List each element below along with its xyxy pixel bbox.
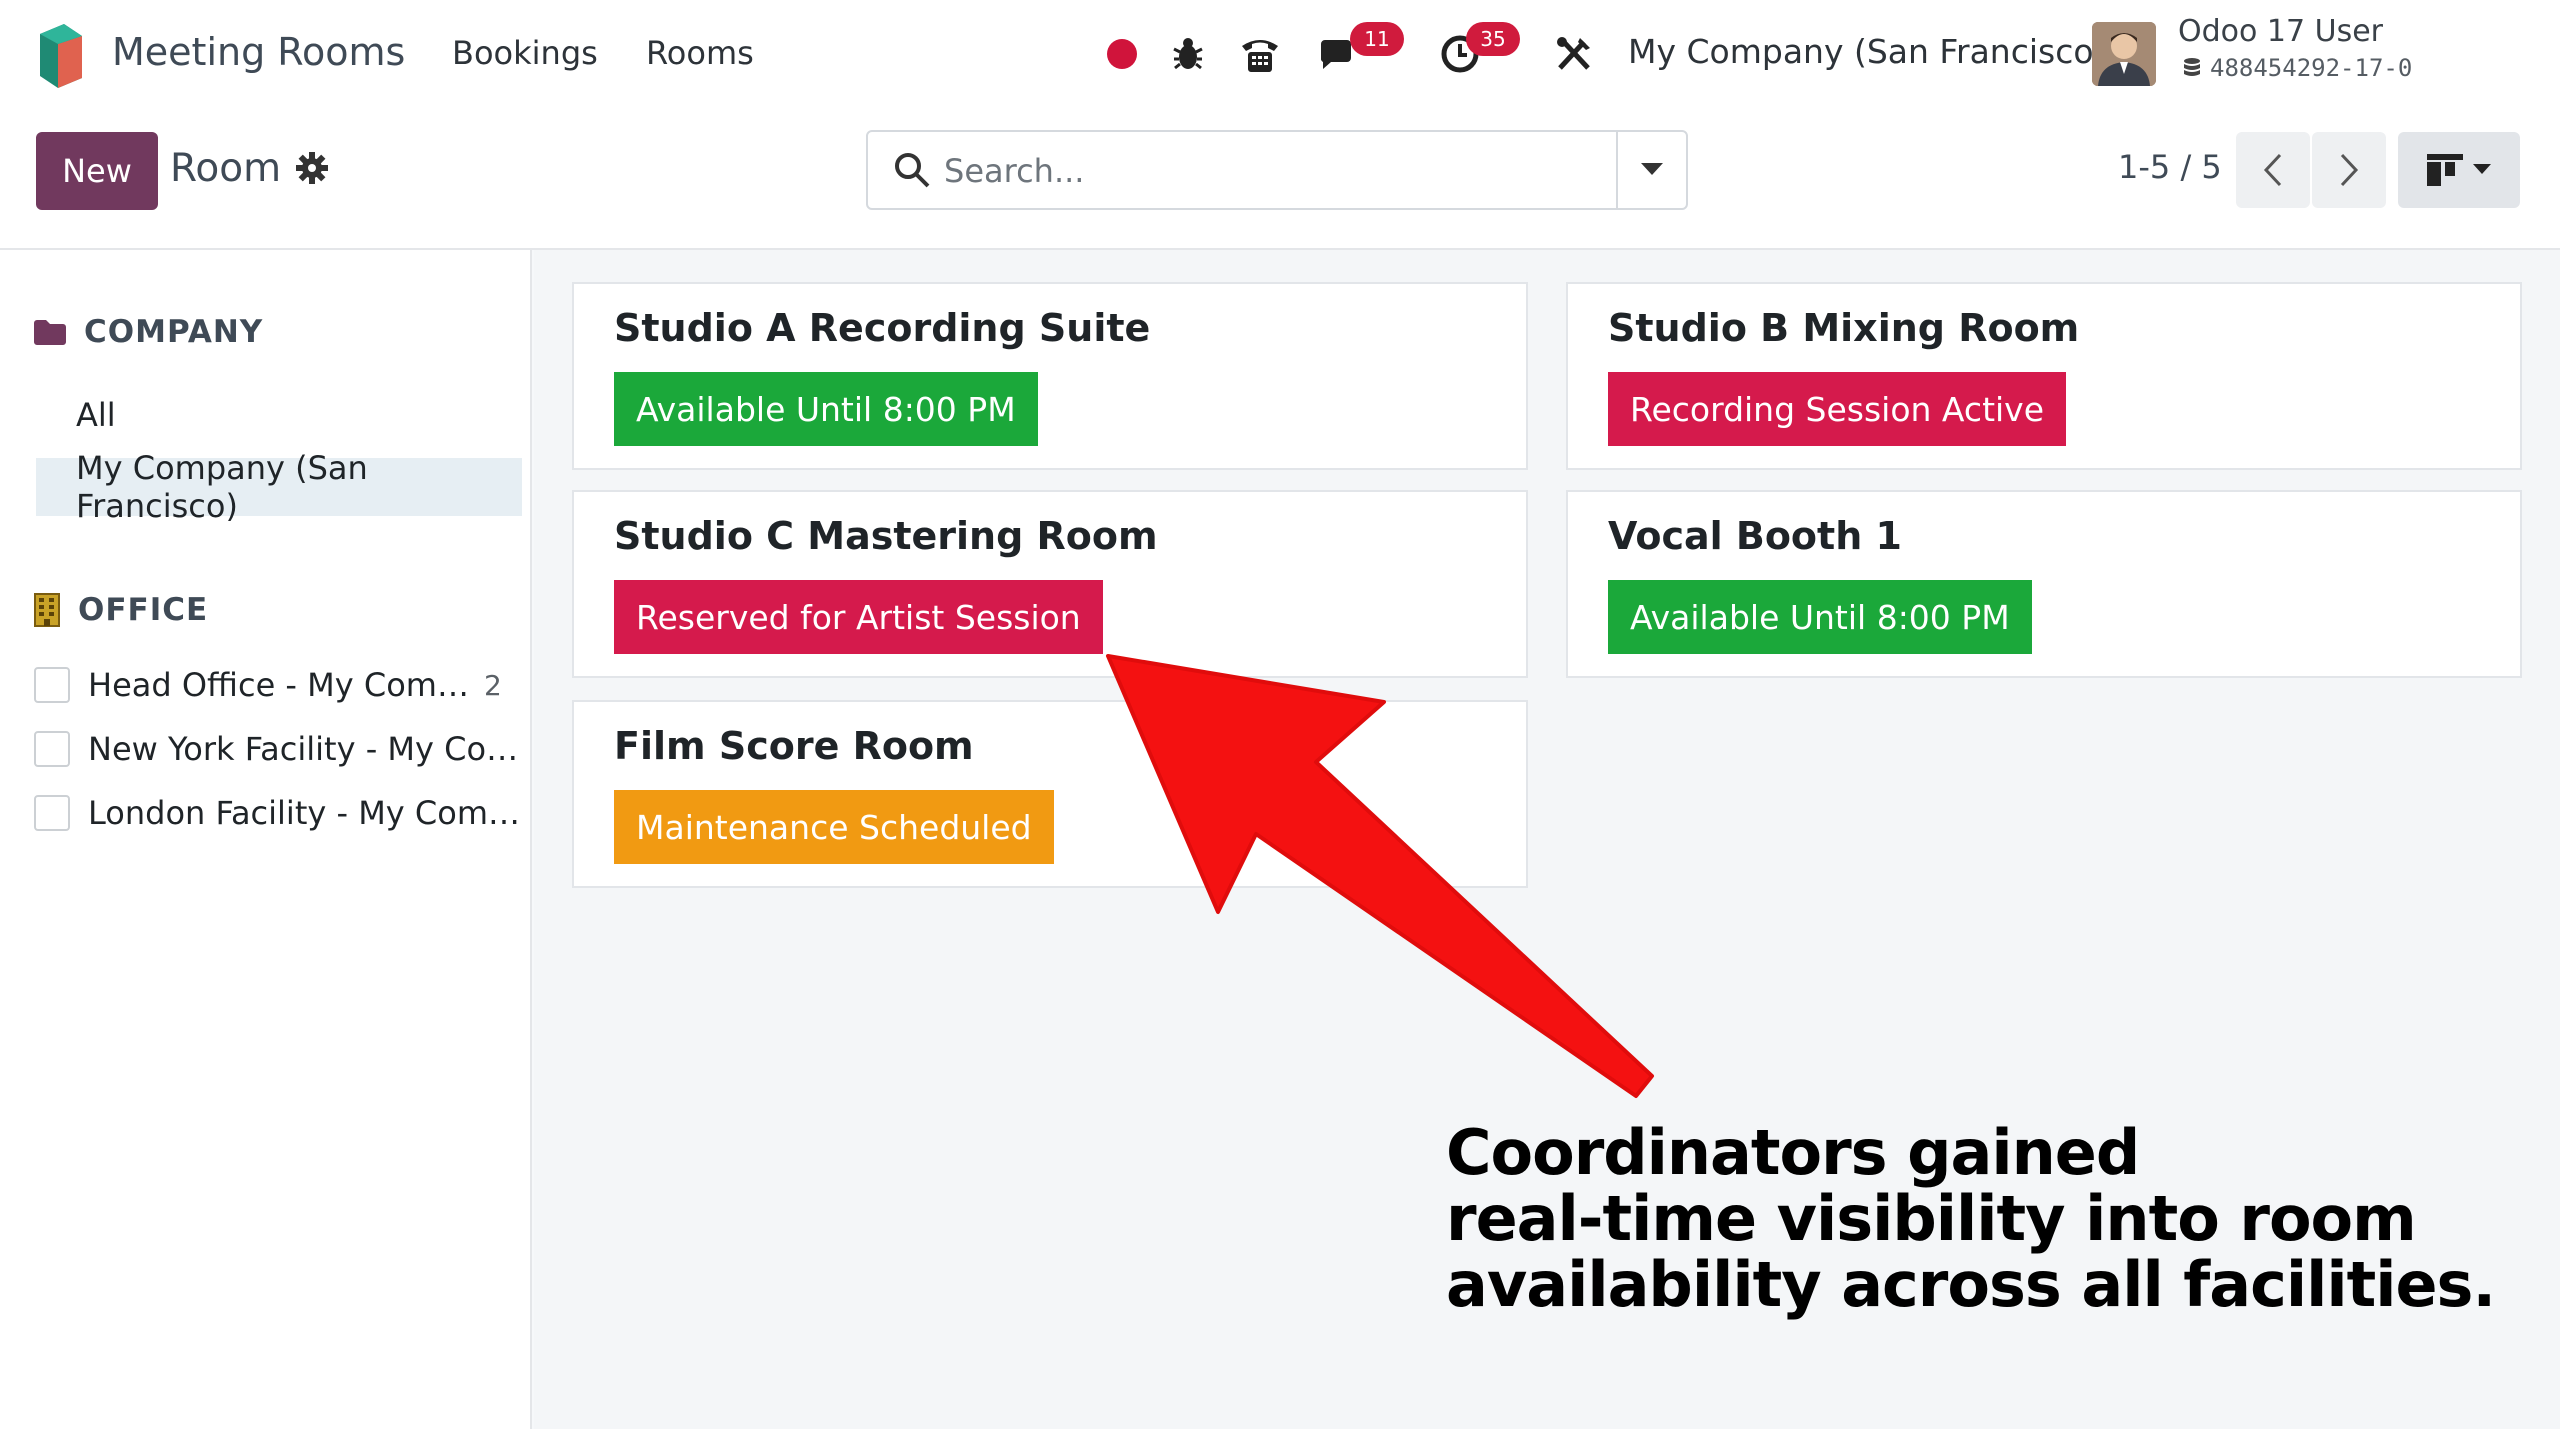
room-card[interactable]: Studio C Mastering Room Reserved for Art… [572, 490, 1528, 678]
record-icon[interactable] [1094, 26, 1150, 82]
chevron-right-icon [2340, 153, 2359, 187]
new-button[interactable]: New [36, 132, 158, 210]
folder-icon [34, 320, 66, 345]
office-section-header: OFFICE [34, 592, 208, 628]
database-icon [2184, 58, 2200, 76]
kanban-view-icon [2427, 154, 2463, 186]
room-status-tag: Available Until 8:00 PM [614, 372, 1038, 446]
office-checkbox[interactable] [34, 667, 70, 703]
caption-line: real-time visibility into room [1446, 1182, 2417, 1255]
user-avatar[interactable] [2092, 22, 2156, 86]
room-name: Film Score Room [614, 724, 974, 768]
meeting-rooms-logo-icon[interactable] [34, 20, 88, 90]
tools-icon[interactable] [1546, 26, 1602, 82]
annotation-caption: Coordinators gained real-time visibility… [1446, 1116, 2496, 1321]
chevron-left-icon [2263, 153, 2282, 187]
company-switcher[interactable]: My Company (San Francisco) [1628, 32, 2106, 71]
database-label: 488454292-17-0 [2182, 54, 2412, 82]
room-name: Vocal Booth 1 [1608, 514, 1902, 558]
office-label: London Facility - My Com… [88, 794, 520, 832]
caption-line: availability across all facilities. [1446, 1248, 2496, 1321]
building-icon [34, 593, 60, 627]
office-checkbox[interactable] [34, 795, 70, 831]
room-name: Studio C Mastering Room [614, 514, 1158, 558]
company-section-header: COMPANY [34, 314, 263, 350]
menu-rooms[interactable]: Rooms [646, 34, 754, 72]
room-card[interactable]: Film Score Room Maintenance Scheduled [572, 700, 1528, 888]
search-input[interactable] [944, 146, 1464, 196]
office-checkbox[interactable] [34, 731, 70, 767]
office-count: 2 [484, 668, 502, 702]
bug-icon[interactable] [1160, 26, 1216, 82]
top-navbar: Meeting Rooms Bookings Rooms 11 35 My Co… [0, 0, 2560, 112]
room-status-tag: Maintenance Scheduled [614, 790, 1054, 864]
chat-badge: 11 [1350, 22, 1404, 56]
company-filter-all[interactable]: All [36, 386, 522, 444]
room-card[interactable]: Studio A Recording Suite Available Until… [572, 282, 1528, 470]
pager-value[interactable]: 1-5 / 5 [2118, 148, 2222, 186]
gear-icon[interactable] [294, 150, 330, 186]
app-name[interactable]: Meeting Rooms [112, 30, 405, 74]
room-status-tag: Reserved for Artist Session [614, 580, 1103, 654]
room-status-tag: Available Until 8:00 PM [1608, 580, 2032, 654]
room-status-tag: Recording Session Active [1608, 372, 2067, 446]
caret-down-icon [1641, 163, 1663, 175]
control-panel: New Room 1-5 / 5 [0, 112, 2560, 250]
office-filter-new-york[interactable]: New York Facility - My Com… [34, 724, 532, 774]
activity-badge: 35 [1466, 22, 1520, 56]
office-label: Head Office - My Com… [88, 666, 469, 704]
office-heading: OFFICE [78, 592, 209, 628]
view-switcher[interactable] [2398, 132, 2520, 208]
room-card[interactable]: Vocal Booth 1 Available Until 8:00 PM [1566, 490, 2522, 678]
page-title: Room [170, 146, 282, 191]
database-name: 488454292-17-0 [2210, 54, 2413, 82]
room-name: Studio A Recording Suite [614, 306, 1151, 350]
menu-bookings[interactable]: Bookings [452, 34, 598, 72]
search-panel-sidebar: COMPANY All My Company (San Francisco) O… [0, 250, 532, 1429]
pager-previous-button[interactable] [2236, 132, 2310, 208]
pager-next-button[interactable] [2312, 132, 2386, 208]
user-name[interactable]: Odoo 17 User [2178, 14, 2383, 49]
office-filter-head-office[interactable]: Head Office - My Com… 2 [34, 660, 532, 710]
search-icon [895, 153, 930, 188]
room-card[interactable]: Studio B Mixing Room Recording Session A… [1566, 282, 2522, 470]
search-options-toggle[interactable] [1616, 132, 1686, 208]
phone-icon[interactable] [1232, 26, 1288, 82]
company-heading: COMPANY [84, 314, 264, 350]
search-bar[interactable] [866, 130, 1688, 210]
office-label: New York Facility - My Com… [88, 730, 532, 768]
caret-down-icon [2473, 164, 2491, 174]
caption-line: Coordinators gained [1446, 1116, 2140, 1189]
company-filter-my-company[interactable]: My Company (San Francisco) [36, 449, 522, 525]
office-filter-london[interactable]: London Facility - My Com… [34, 788, 532, 838]
room-name: Studio B Mixing Room [1608, 306, 2080, 350]
